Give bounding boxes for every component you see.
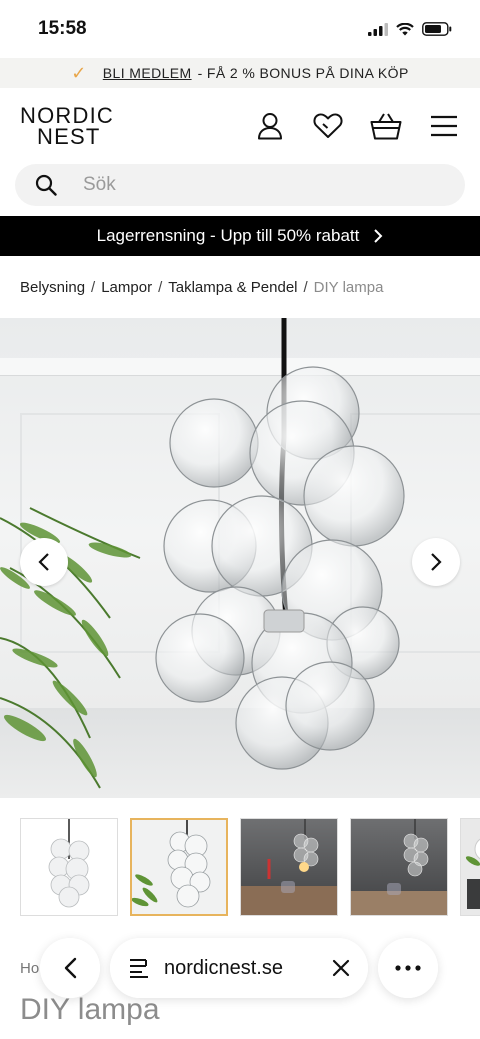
status-icons xyxy=(368,22,452,36)
breadcrumb-item-belysning[interactable]: Belysning xyxy=(20,279,85,296)
thumbnail-strip xyxy=(0,798,480,916)
heart-icon xyxy=(313,113,343,138)
product-photo xyxy=(0,318,405,789)
breadcrumb-separator: / xyxy=(303,278,308,296)
carousel-prev-button[interactable] xyxy=(20,538,68,586)
thumbnail-image xyxy=(465,838,480,909)
breadcrumb-item-taklampa[interactable]: Taklampa & Pendel xyxy=(168,279,297,296)
wifi-icon xyxy=(396,22,414,35)
account-button[interactable] xyxy=(254,110,286,142)
product-image-carousel[interactable] xyxy=(0,318,480,798)
address-bar[interactable]: nordicnest.se xyxy=(110,938,368,998)
status-bar: 15:58 xyxy=(0,0,480,58)
browser-back-button[interactable] xyxy=(40,938,100,998)
thumbnail-image xyxy=(132,820,211,908)
user-icon xyxy=(258,113,282,140)
url-text: nordicnest.se xyxy=(164,956,283,979)
promo-text: - FÅ 2 % BONUS PÅ DINA KÖP xyxy=(197,65,409,81)
breadcrumb-separator: / xyxy=(158,278,163,296)
basket-icon xyxy=(370,113,402,140)
thumbnail-image xyxy=(48,819,90,908)
chevron-left-icon xyxy=(64,957,77,979)
logo[interactable]: NORDIC NEST xyxy=(20,103,114,149)
thumbnail-image xyxy=(387,819,429,895)
search-input[interactable]: Sök xyxy=(15,164,465,206)
thumbnail-3[interactable] xyxy=(240,818,338,916)
thumbnail-4[interactable] xyxy=(350,818,448,916)
cart-button[interactable] xyxy=(370,110,402,142)
browser-more-button[interactable] xyxy=(378,938,438,998)
thumbnail-2[interactable] xyxy=(130,818,228,916)
thumbnail-image xyxy=(267,819,319,893)
menu-button[interactable] xyxy=(428,110,460,142)
thumbnail-5[interactable] xyxy=(460,818,480,916)
status-time: 15:58 xyxy=(38,18,87,39)
site-header: NORDIC NEST xyxy=(0,88,480,164)
more-icon xyxy=(395,965,421,971)
breadcrumb-current: DIY lampa xyxy=(313,278,384,296)
close-icon[interactable] xyxy=(332,959,350,977)
sale-banner-text: Lagerrensning - Upp till 50% rabatt xyxy=(96,226,360,245)
sale-banner[interactable]: Lagerrensning - Upp till 50% rabatt xyxy=(0,216,480,256)
breadcrumb: Belysning / Lampor / Taklampa & Pendel /… xyxy=(0,256,480,318)
chevron-left-icon xyxy=(38,553,49,571)
browser-toolbar: nordicnest.se xyxy=(0,936,480,1000)
thumbnail-1[interactable] xyxy=(20,818,118,916)
carousel-next-button[interactable] xyxy=(412,538,460,586)
glass-globes xyxy=(155,366,405,770)
battery-icon xyxy=(422,22,452,36)
promo-strip: ✓ BLI MEDLEM - FÅ 2 % BONUS PÅ DINA KÖP xyxy=(0,58,480,88)
search-placeholder: Sök xyxy=(83,174,116,195)
breadcrumb-item-lampor[interactable]: Lampor xyxy=(101,279,152,296)
header-actions xyxy=(254,110,460,142)
check-icon: ✓ xyxy=(71,62,87,83)
wishlist-button[interactable] xyxy=(312,110,344,142)
hamburger-icon xyxy=(431,115,457,137)
chevron-right-icon xyxy=(431,553,442,571)
signal-icon xyxy=(368,22,388,36)
become-member-link[interactable]: BLI MEDLEM xyxy=(103,65,192,81)
logo-line-1: NORDIC xyxy=(20,103,114,128)
search-icon xyxy=(35,174,57,196)
reader-icon xyxy=(130,959,148,978)
breadcrumb-separator: / xyxy=(91,278,96,296)
logo-line-2: NEST xyxy=(37,124,101,149)
chevron-right-icon xyxy=(374,229,383,243)
